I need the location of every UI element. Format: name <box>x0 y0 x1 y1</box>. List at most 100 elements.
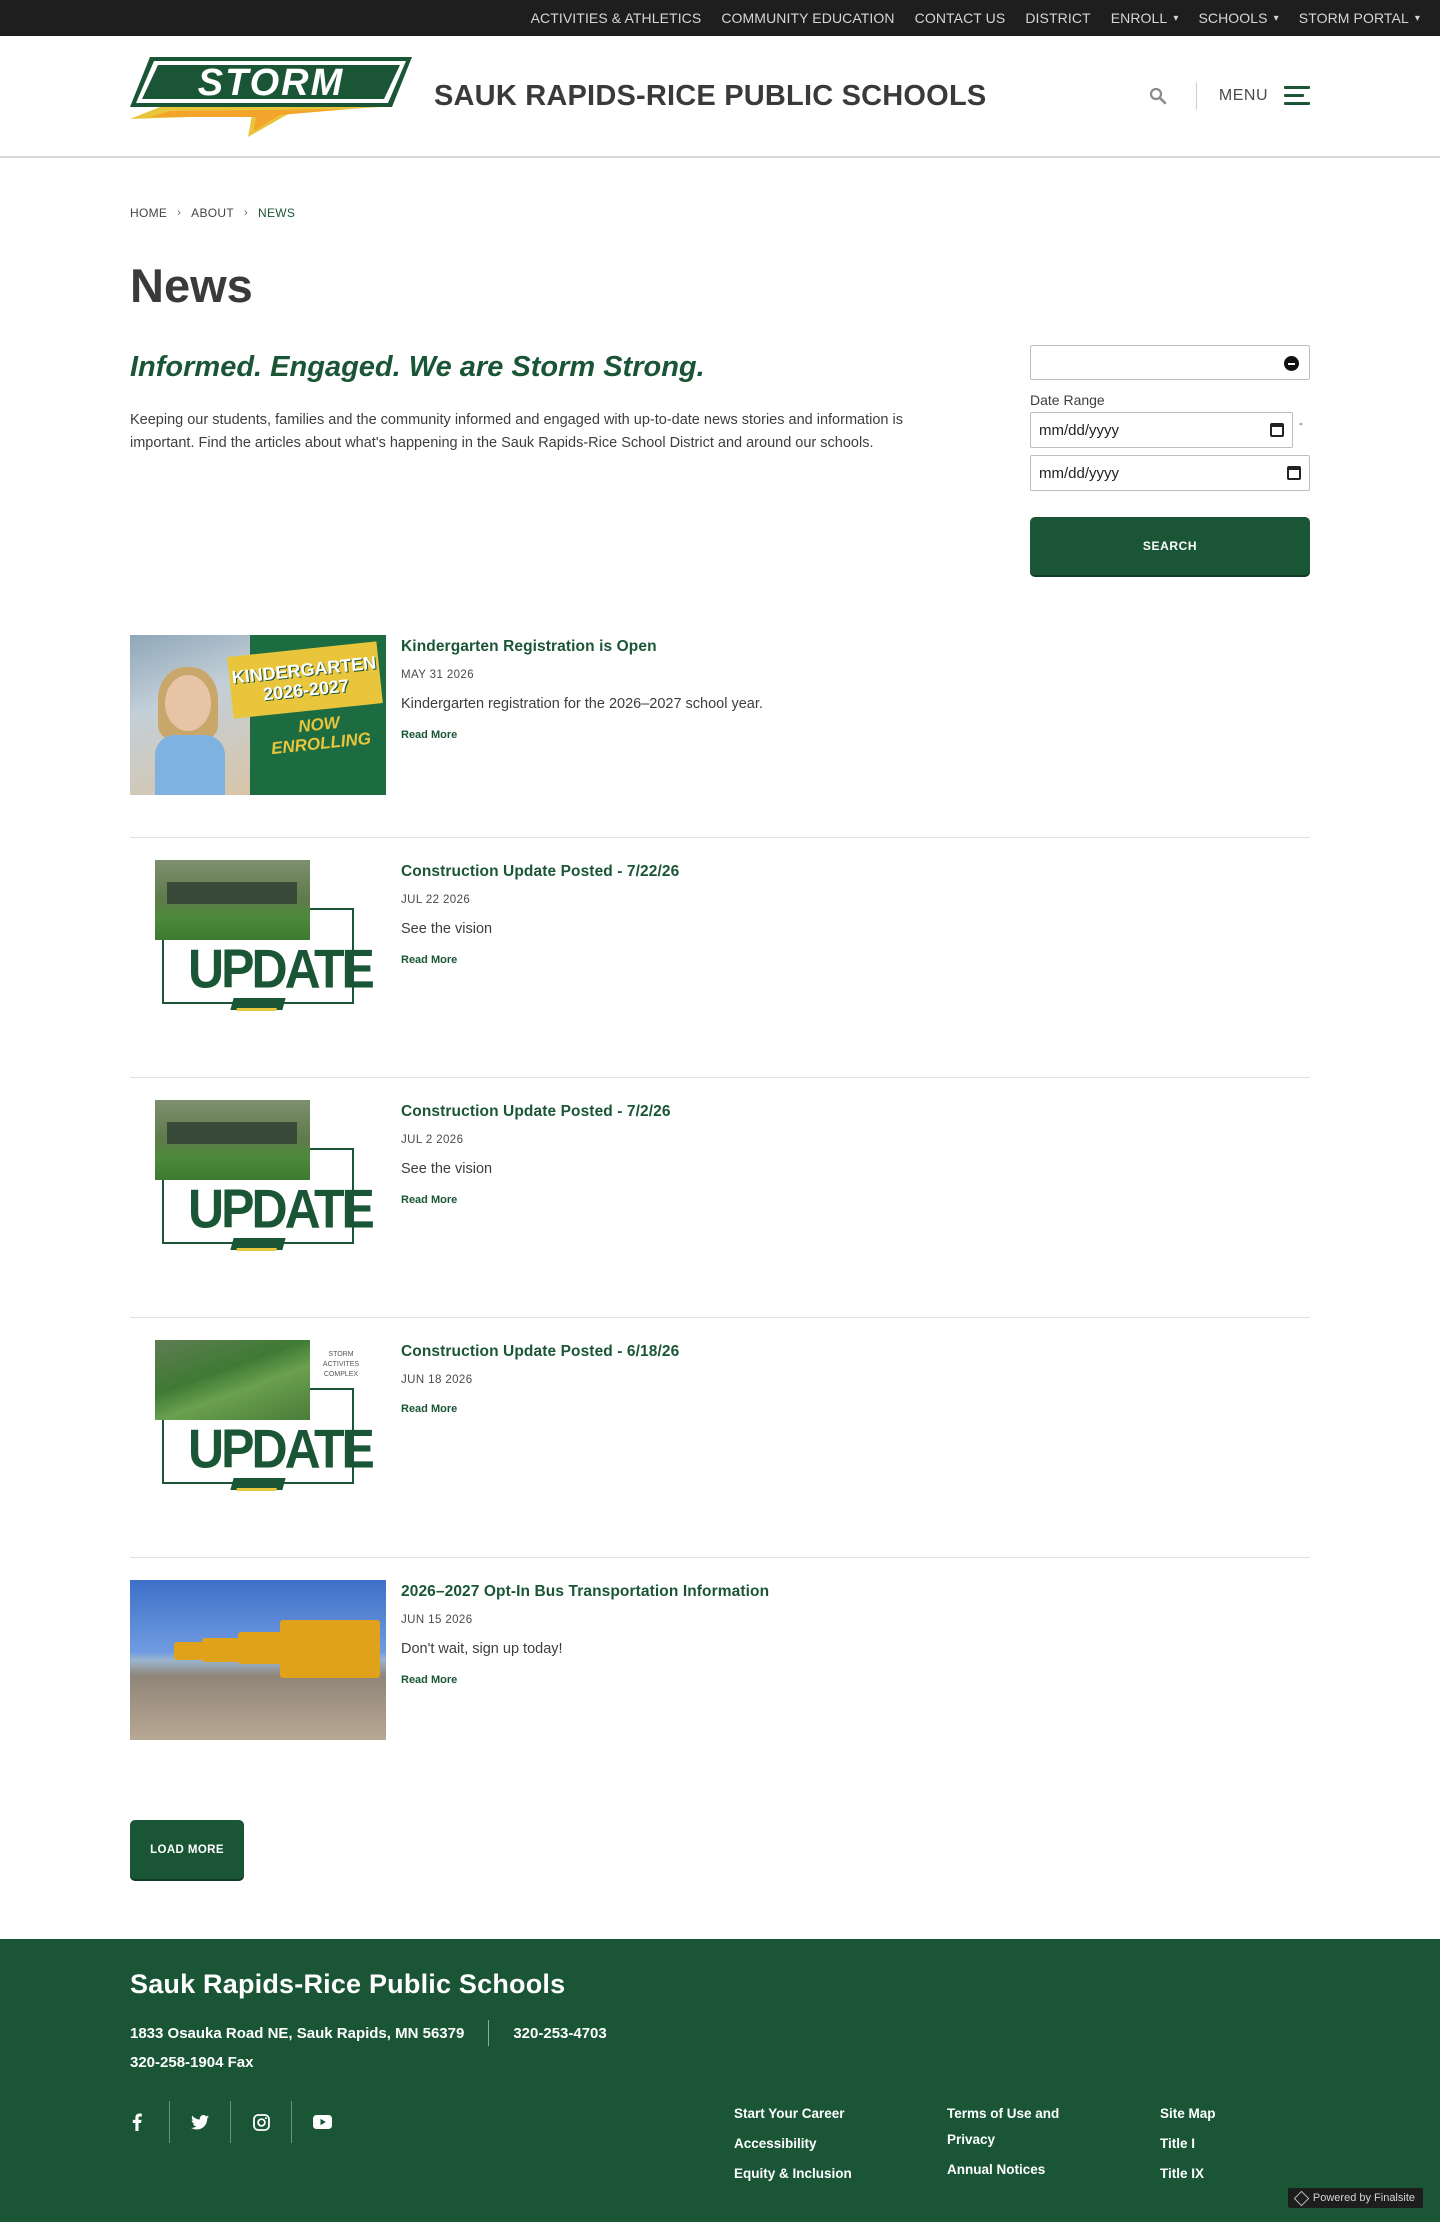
news-item: 2026–2027 Opt-In Bus Transportation Info… <box>130 1580 1310 1798</box>
utility-storm-portal[interactable]: STORM PORTAL ▾ <box>1299 10 1420 26</box>
thumbnail-now-enrolling: NOW ENROLLING <box>270 712 372 759</box>
thumbnail-update-word: UPDATE <box>188 938 375 1000</box>
read-more-link[interactable]: Read More <box>401 1403 457 1415</box>
date-range-separator: - <box>1299 416 1303 430</box>
news-item: UPDATE Construction Update Posted - 7/2/… <box>130 1100 1310 1318</box>
news-thumbnail[interactable]: STORM ACTIVITES COMPLEX UPDATE <box>130 1340 386 1500</box>
footer-address: 1833 Osauka Road NE, Sauk Rapids, MN 563… <box>130 2024 465 2042</box>
utility-contact-us[interactable]: CONTACT US <box>915 10 1006 26</box>
news-date: JUN 15 2026 <box>401 1614 473 1626</box>
news-title[interactable]: Construction Update Posted - 6/18/26 <box>401 1343 679 1360</box>
breadcrumb: HOME › ABOUT › NEWS <box>130 206 1310 220</box>
breadcrumb-about[interactable]: ABOUT <box>191 206 234 220</box>
news-list: KINDERGARTEN 2026-2027 NOW ENROLLING Kin… <box>130 635 1310 1798</box>
news-body: Construction Update Posted - 7/22/26 JUL… <box>401 860 679 1040</box>
utility-schools[interactable]: SCHOOLS ▾ <box>1198 10 1278 26</box>
instagram-link[interactable] <box>231 2101 292 2143</box>
header-divider <box>1195 82 1197 110</box>
storm-logo-link[interactable]: STORM <box>130 55 412 137</box>
read-more-link[interactable]: Read More <box>401 1194 457 1206</box>
news-title[interactable]: 2026–2027 Opt-In Bus Transportation Info… <box>401 1583 769 1600</box>
utility-community-education[interactable]: COMMUNITY EDUCATION <box>721 10 894 26</box>
footer-fax: 320-258-1904 Fax <box>130 2054 254 2071</box>
end-date-input[interactable]: mm/dd/yyyy <box>1030 455 1310 491</box>
main-content: HOME › ABOUT › NEWS News Informed. Engag… <box>0 206 1440 1879</box>
read-more-link[interactable]: Read More <box>401 954 457 966</box>
thumbnail-update-word: UPDATE <box>188 1178 375 1240</box>
date-range-row: mm/dd/yyyy - <box>1030 412 1310 448</box>
header-actions: MENU <box>1142 36 1310 156</box>
utility-district[interactable]: DISTRICT <box>1025 10 1090 26</box>
utility-activities-athletics[interactable]: ACTIVITIES & ATHLETICS <box>531 10 702 26</box>
date-range-label: Date Range <box>1030 392 1105 408</box>
news-filters: Date Range mm/dd/yyyy - mm/dd/yyyy SEARC… <box>1030 345 1310 575</box>
facebook-link[interactable] <box>130 2101 170 2143</box>
page-tagline: Informed. Engaged. We are Storm Strong. <box>130 351 705 383</box>
start-date-input[interactable]: mm/dd/yyyy <box>1030 412 1293 448</box>
social-links <box>130 2101 353 2143</box>
storm-logo-small <box>230 1478 286 1490</box>
footer-phone[interactable]: 320-253-4703 <box>513 2025 606 2042</box>
news-thumbnail[interactable]: UPDATE <box>130 1100 386 1260</box>
read-more-link[interactable]: Read More <box>401 729 457 741</box>
thumbnail-banner: KINDERGARTEN 2026-2027 <box>227 641 383 719</box>
site-header: STORM SAUK RAPIDS-RICE PUBLIC SCHOOLS ME… <box>0 36 1440 158</box>
intro-section: Informed. Engaged. We are Storm Strong. … <box>130 345 1310 575</box>
search-button[interactable] <box>1142 80 1174 112</box>
news-body: 2026–2027 Opt-In Bus Transportation Info… <box>401 1580 769 1761</box>
breadcrumb-home[interactable]: HOME <box>130 206 167 220</box>
news-title[interactable]: Construction Update Posted - 7/2/26 <box>401 1103 671 1120</box>
news-date: JUL 22 2026 <box>401 894 471 906</box>
news-body: Kindergarten Registration is Open MAY 31… <box>401 635 763 800</box>
breadcrumb-current: NEWS <box>257 206 296 220</box>
news-title[interactable]: Construction Update Posted - 7/22/26 <box>401 863 679 880</box>
facebook-icon <box>132 2113 142 2131</box>
read-more-link[interactable]: Read More <box>401 1674 457 1686</box>
news-thumbnail[interactable]: UPDATE <box>130 860 386 1020</box>
menu-label: MENU <box>1218 87 1268 104</box>
clear-icon[interactable] <box>1284 356 1299 371</box>
thumbnail-update-word: UPDATE <box>188 1418 375 1480</box>
footer-link-title-ix[interactable]: Title IX <box>1160 2161 1270 2187</box>
footer-link-accessibility[interactable]: Accessibility <box>734 2131 947 2157</box>
footer-link-start-your-career[interactable]: Start Your Career <box>734 2101 947 2127</box>
calendar-icon[interactable] <box>1287 466 1301 480</box>
storm-logo-small <box>230 1238 286 1250</box>
category-select[interactable] <box>1030 345 1310 380</box>
news-thumbnail[interactable]: KINDERGARTEN 2026-2027 NOW ENROLLING <box>130 635 386 795</box>
footer-link-site-map[interactable]: Site Map <box>1160 2101 1270 2127</box>
menu-button[interactable]: MENU <box>1219 86 1310 106</box>
utility-enroll[interactable]: ENROLL ▾ <box>1111 10 1179 26</box>
search-submit-button[interactable]: SEARCH <box>1030 517 1310 575</box>
footer-link-annual-notices[interactable]: Annual Notices <box>947 2157 1160 2183</box>
chevron-right-icon: › <box>177 207 182 219</box>
twitter-link[interactable] <box>170 2101 231 2143</box>
news-item: STORM ACTIVITES COMPLEX UPDATE Construct… <box>130 1340 1310 1558</box>
news-date: JUL 2 2026 <box>401 1134 464 1146</box>
page-title: News <box>130 259 253 312</box>
load-more-button[interactable]: LOAD MORE <box>130 1820 244 1879</box>
utility-bar: ACTIVITIES & ATHLETICS COMMUNITY EDUCATI… <box>0 0 1440 36</box>
news-item: UPDATE Construction Update Posted - 7/22… <box>130 860 1310 1078</box>
news-thumbnail[interactable] <box>130 1580 386 1740</box>
news-body: Construction Update Posted - 6/18/26 JUN… <box>401 1340 679 1520</box>
hamburger-icon <box>1284 86 1310 106</box>
bus-shape <box>174 1642 204 1660</box>
news-summary: See the vision <box>401 1161 493 1177</box>
youtube-link[interactable] <box>292 2101 353 2143</box>
footer-link-title-i[interactable]: Title I <box>1160 2131 1270 2157</box>
storm-logo: STORM <box>130 57 412 137</box>
footer-link-terms-privacy[interactable]: Terms of Use and Privacy <box>947 2101 1087 2153</box>
twitter-icon <box>191 2114 209 2129</box>
footer-link-column: Start Your Career Accessibility Equity &… <box>734 2101 947 2191</box>
powered-by-finalsite[interactable]: Powered by Finalsite <box>1287 2188 1423 2208</box>
school-name: SAUK RAPIDS-RICE PUBLIC SCHOOLS <box>434 79 987 112</box>
footer-link-equity-inclusion[interactable]: Equity & Inclusion <box>734 2161 947 2187</box>
calendar-icon[interactable] <box>1270 423 1284 437</box>
news-title[interactable]: Kindergarten Registration is Open <box>401 638 657 655</box>
news-body: Construction Update Posted - 7/2/26 JUL … <box>401 1100 671 1280</box>
chevron-right-icon: › <box>244 207 248 219</box>
page-description: Keeping our students, families and the c… <box>130 412 903 451</box>
news-summary: See the vision <box>401 921 493 937</box>
storm-logo-small <box>230 998 286 1010</box>
